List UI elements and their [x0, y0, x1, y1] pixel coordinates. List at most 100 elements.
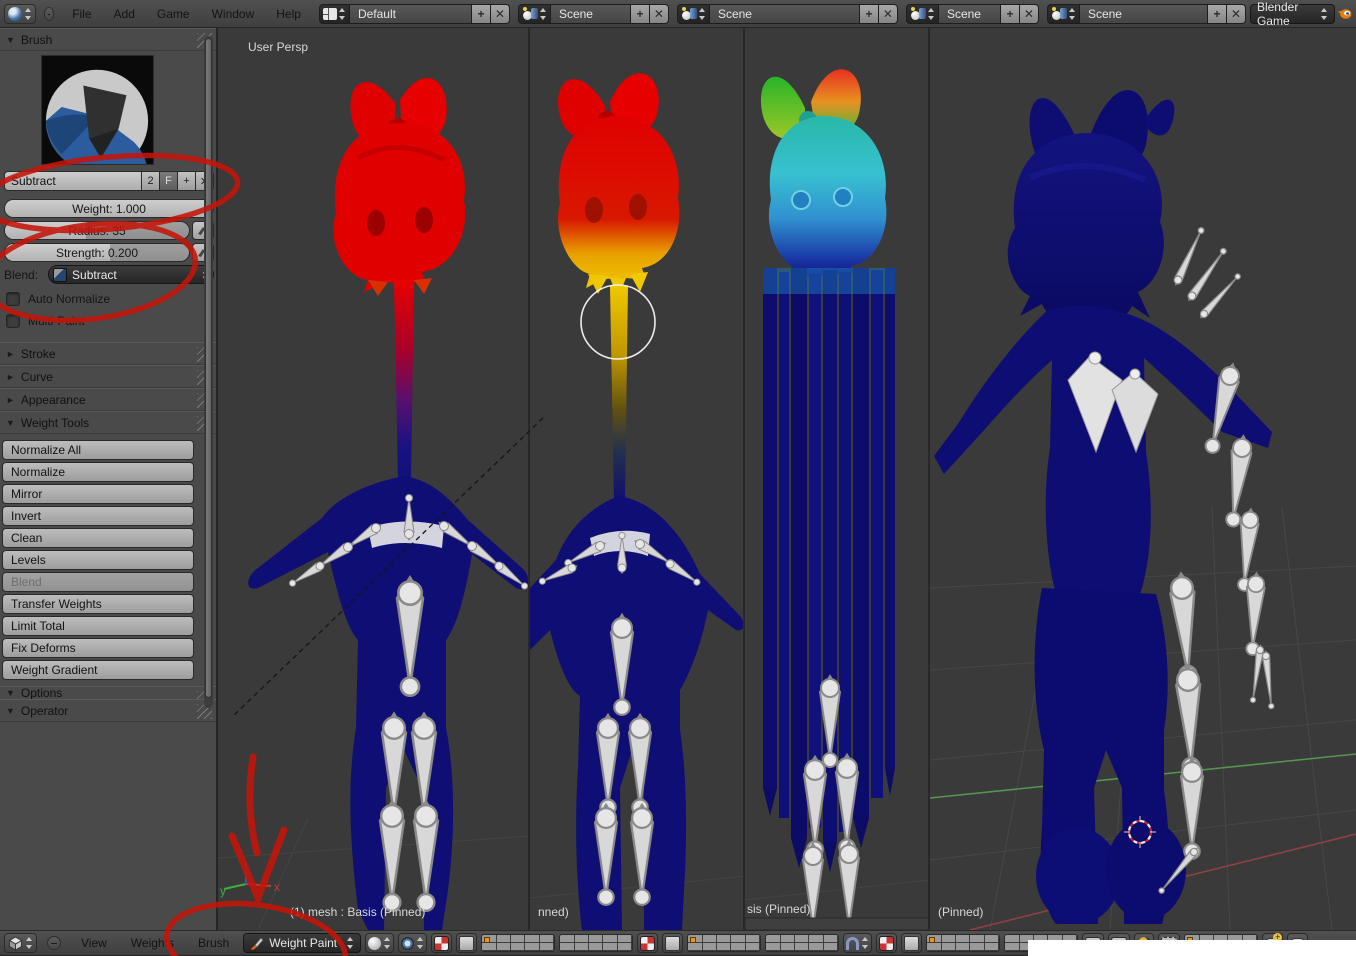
add-scene-button[interactable]: +: [630, 3, 650, 24]
mode-selector[interactable]: Weight Paint: [243, 933, 362, 953]
info-editor-icon: [8, 6, 22, 21]
brush-name-field[interactable]: Subtract: [4, 171, 142, 191]
3d-view-editor-icon: [8, 935, 23, 951]
layers-grid[interactable]: [481, 934, 556, 952]
textured-solid-toggle[interactable]: [431, 933, 453, 953]
shape-key-label: (Pinned): [938, 905, 984, 919]
viewport-divider[interactable]: [928, 28, 930, 930]
close-scene-button[interactable]: ✕: [1226, 3, 1246, 24]
close-scene-button[interactable]: ✕: [878, 3, 898, 24]
fake-user-button[interactable]: F: [160, 171, 178, 191]
pivot-center-selector[interactable]: [398, 933, 428, 953]
normalize-button[interactable]: Normalize: [2, 462, 194, 482]
transfer-weights-button[interactable]: Transfer Weights: [2, 594, 194, 614]
panel-expand-icon: ▼: [6, 705, 15, 716]
dropdown-arrows-icon: [698, 7, 706, 21]
stroke-panel-header[interactable]: ► Stroke: [0, 342, 216, 365]
menu-add[interactable]: Add: [104, 7, 145, 21]
menu-file[interactable]: File: [62, 7, 101, 21]
blend-dropdown[interactable]: Subtract: [48, 265, 214, 284]
textured-solid-toggle[interactable]: [637, 933, 659, 953]
blend-label: Blend:: [4, 267, 39, 282]
viewport-divider[interactable]: [743, 28, 745, 930]
object-toggle[interactable]: [901, 933, 923, 953]
viewport-2[interactable]: nned): [530, 28, 745, 930]
object-toggle[interactable]: [456, 933, 478, 953]
tool-shelf-scrollbar[interactable]: [204, 36, 213, 708]
weight-gradient-button[interactable]: Weight Gradient: [2, 660, 194, 680]
brush-users-count-button[interactable]: 2: [142, 171, 160, 191]
add-scene-button[interactable]: +: [1207, 3, 1227, 24]
brush-panel: Subtract 2 F + ✕ Weight: 1.000 Radius: 3…: [0, 51, 216, 334]
screen-layout-name[interactable]: Default: [349, 3, 472, 24]
viewport-shading-selector[interactable]: [365, 933, 395, 953]
invert-button[interactable]: Invert: [2, 506, 194, 526]
viewport-3[interactable]: sis (Pinned): [745, 28, 930, 930]
menu-weights[interactable]: Weights: [121, 936, 184, 950]
checker-sphere-icon: [879, 935, 895, 951]
blend-button: Blend: [2, 572, 194, 592]
close-scene-button[interactable]: ✕: [649, 3, 669, 24]
multi-paint-checkbox[interactable]: [6, 314, 20, 328]
dropdown-arrows-icon: [927, 7, 935, 21]
layers-grid[interactable]: [765, 934, 840, 952]
object-toggle[interactable]: [662, 933, 684, 953]
brush-preview-thumbnail[interactable]: [41, 55, 154, 172]
pivot-center-icon: [401, 936, 415, 950]
mirror-button[interactable]: Mirror: [2, 484, 194, 504]
menu-window[interactable]: Window: [202, 7, 265, 21]
shape-key-label: (1) mesh : Basis (Pinned): [290, 905, 426, 919]
radius-slider[interactable]: Radius: 35: [4, 221, 190, 240]
collapse-menus-icon[interactable]: [47, 936, 61, 950]
layers-grid[interactable]: [559, 934, 634, 952]
render-engine-selector[interactable]: Blender Game: [1249, 0, 1335, 28]
scene-name[interactable]: Scene: [1079, 3, 1208, 24]
auto-normalize-checkbox[interactable]: [6, 292, 20, 306]
levels-button[interactable]: Levels: [2, 550, 194, 570]
weight-tools-panel-header[interactable]: ▼ Weight Tools: [0, 411, 216, 434]
limit-total-button[interactable]: Limit Total: [2, 616, 194, 636]
close-layout-button[interactable]: ✕: [490, 3, 510, 24]
scene-name[interactable]: Scene: [709, 3, 860, 24]
add-layout-button[interactable]: +: [471, 3, 491, 24]
menu-view[interactable]: View: [71, 936, 117, 950]
white-cropped-region: [1028, 940, 1356, 956]
shading-sphere-icon: [368, 936, 382, 950]
add-scene-button[interactable]: +: [859, 3, 879, 24]
close-scene-button[interactable]: ✕: [1019, 3, 1039, 24]
editor-type-selector[interactable]: [4, 3, 36, 24]
textured-solid-toggle[interactable]: [876, 933, 898, 953]
layers-grid[interactable]: [687, 934, 762, 952]
scene-icon: [910, 6, 926, 21]
menu-game[interactable]: Game: [147, 7, 200, 21]
shape-key-label: nned): [538, 905, 569, 919]
scene-name[interactable]: Scene: [550, 3, 631, 24]
weight-slider[interactable]: Weight: 1.000: [4, 199, 214, 218]
layers-grid[interactable]: [926, 934, 1001, 952]
viewport-1[interactable]: User Persp y x (1) mesh : Basis (Pinned): [218, 28, 530, 930]
operator-panel-header[interactable]: ▼ Operator: [0, 699, 216, 722]
add-brush-button[interactable]: +: [178, 171, 196, 191]
editor-type-selector[interactable]: [4, 933, 37, 953]
screen-layout-selector: Default + ✕: [318, 3, 510, 24]
brush-panel-header[interactable]: ▼ Brush: [0, 28, 216, 51]
scene-name[interactable]: Scene: [938, 3, 1001, 24]
normalize-all-button[interactable]: Normalize All: [2, 440, 194, 460]
dropdown-arrows-icon: [539, 7, 547, 21]
curve-panel-header[interactable]: ► Curve: [0, 365, 216, 388]
menu-help[interactable]: Help: [266, 7, 311, 21]
clean-button[interactable]: Clean: [2, 528, 194, 548]
options-panel-header[interactable]: ▼ Options: [0, 686, 216, 699]
add-scene-button[interactable]: +: [1000, 3, 1020, 24]
multi-paint-label: Multi-Paint: [28, 314, 85, 328]
strength-slider[interactable]: Strength: 0.200: [4, 243, 190, 262]
snap-toggle[interactable]: [843, 933, 873, 953]
collapse-menus-icon[interactable]: [44, 6, 55, 21]
scene-icon: [522, 6, 538, 21]
appearance-panel-header[interactable]: ► Appearance: [0, 388, 216, 411]
fix-deforms-button[interactable]: Fix Deforms: [2, 638, 194, 658]
menu-brush[interactable]: Brush: [188, 936, 239, 950]
viewport-divider[interactable]: [528, 28, 530, 930]
viewport-4[interactable]: (Pinned): [930, 28, 1356, 930]
dropdown-arrows-icon: [416, 936, 424, 950]
